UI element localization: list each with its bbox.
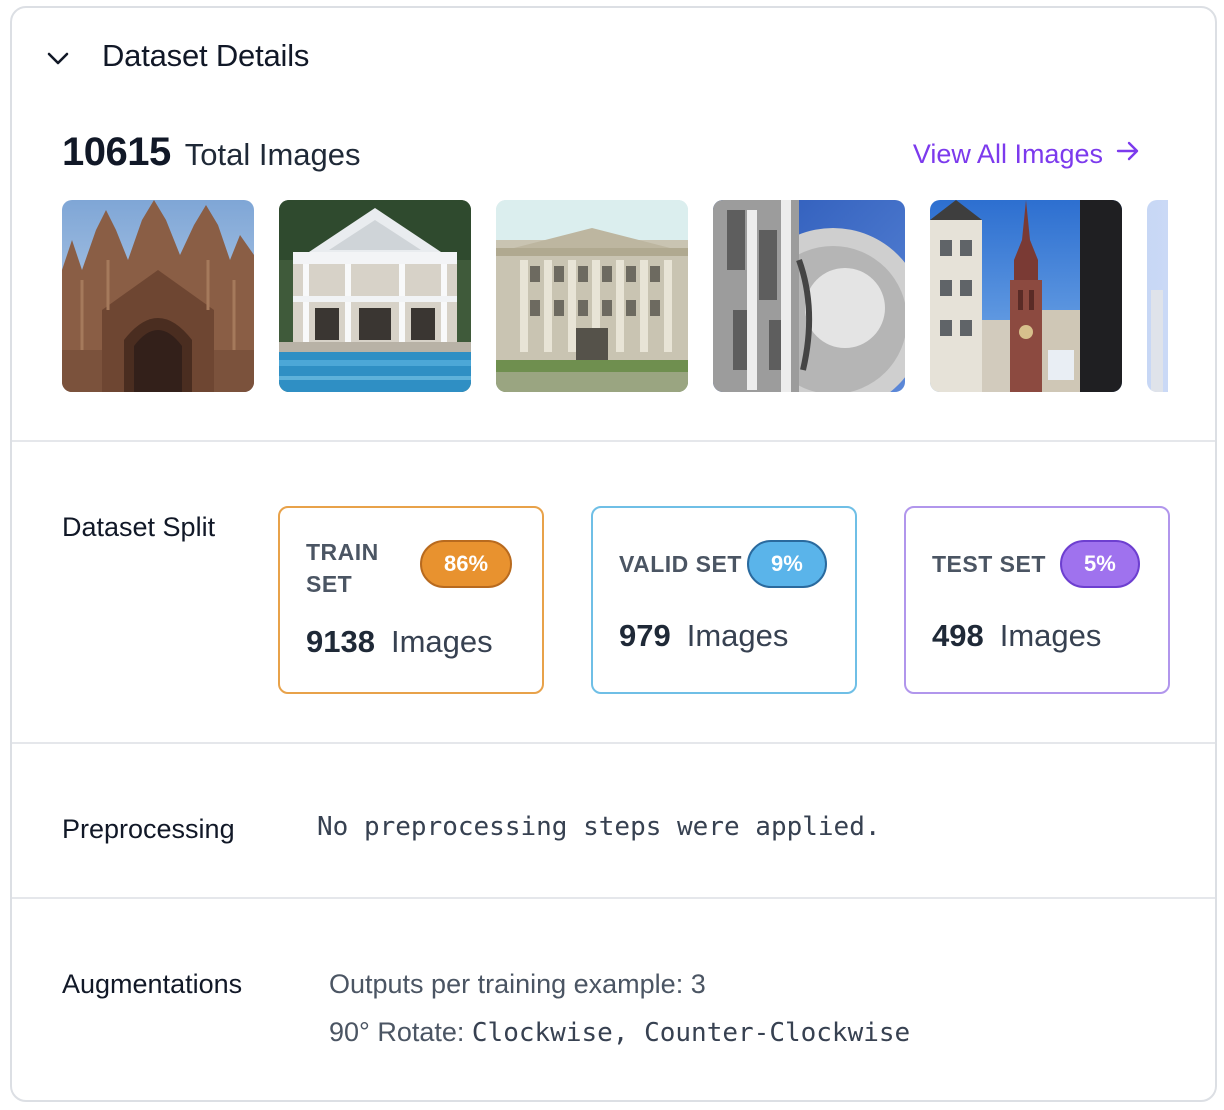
valid-image-count: 979 Images — [619, 618, 788, 654]
chevron-down-icon[interactable] — [44, 44, 72, 72]
train-count-unit: Images — [390, 624, 493, 659]
section-divider — [12, 440, 1215, 442]
thumbnail-cathedral-tower-street[interactable] — [930, 200, 1122, 392]
valid-count-value: 979 — [619, 618, 671, 653]
train-count-value: 9138 — [306, 624, 375, 659]
train-image-count: 9138 Images — [306, 624, 493, 660]
valid-percent-badge: 9% — [747, 540, 827, 588]
panel-title: Dataset Details — [102, 38, 310, 73]
augmentations-label: Augmentations — [62, 969, 243, 999]
augmentation-rotate: 90° Rotate: Clockwise, Counter-Clockwise — [329, 1017, 910, 1048]
section-divider — [12, 742, 1215, 744]
thumbnail-partial[interactable] — [1147, 200, 1168, 392]
augmentation-outputs: Outputs per training example: 3 — [329, 969, 706, 999]
view-all-images-label: View All Images — [912, 139, 1103, 169]
test-percent-badge: 5% — [1060, 540, 1140, 588]
preprocessing-text: No preprocessing steps were applied. — [317, 812, 881, 842]
dataset-split-label: Dataset Split — [62, 512, 216, 542]
dataset-details-panel: Dataset Details 10615 Total Images View … — [10, 6, 1217, 1102]
test-image-count: 498 Images — [932, 618, 1101, 654]
thumbnail-close-up-ornate-dome[interactable] — [713, 200, 905, 392]
panel-header[interactable]: Dataset Details — [12, 8, 1215, 108]
train-set-card[interactable]: TRAIN SET 86% 9138 Images — [278, 506, 544, 694]
thumbnail-colonial-house-with-pool[interactable] — [279, 200, 471, 392]
total-images-label: Total Images — [184, 137, 361, 172]
view-all-images-link[interactable]: View All Images — [913, 136, 1143, 173]
total-images: 10615 Total Images — [62, 130, 361, 180]
preprocessing-label: Preprocessing — [62, 814, 235, 844]
section-divider — [12, 897, 1215, 899]
arrow-right-icon — [1113, 136, 1143, 173]
thumbnail-gothic-cathedral-facade[interactable] — [62, 200, 254, 392]
test-count-value: 498 — [932, 618, 984, 653]
image-thumbnail-strip — [62, 200, 1168, 392]
valid-count-unit: Images — [686, 618, 789, 653]
total-images-count: 10615 — [62, 130, 171, 174]
valid-set-name: VALID SET — [619, 551, 742, 577]
test-count-unit: Images — [999, 618, 1102, 653]
valid-set-card[interactable]: VALID SET 9% 979 Images — [591, 506, 857, 694]
thumbnail-vintage-postcard-building[interactable] — [496, 200, 688, 392]
rotate-value: Clockwise, Counter-Clockwise — [471, 1018, 911, 1048]
test-set-card[interactable]: TEST SET 5% 498 Images — [904, 506, 1170, 694]
test-set-name: TEST SET — [932, 551, 1046, 577]
train-percent-badge: 86% — [420, 540, 513, 588]
train-set-name: TRAIN SET — [306, 539, 379, 597]
rotate-key: 90° Rotate: — [329, 1017, 465, 1047]
